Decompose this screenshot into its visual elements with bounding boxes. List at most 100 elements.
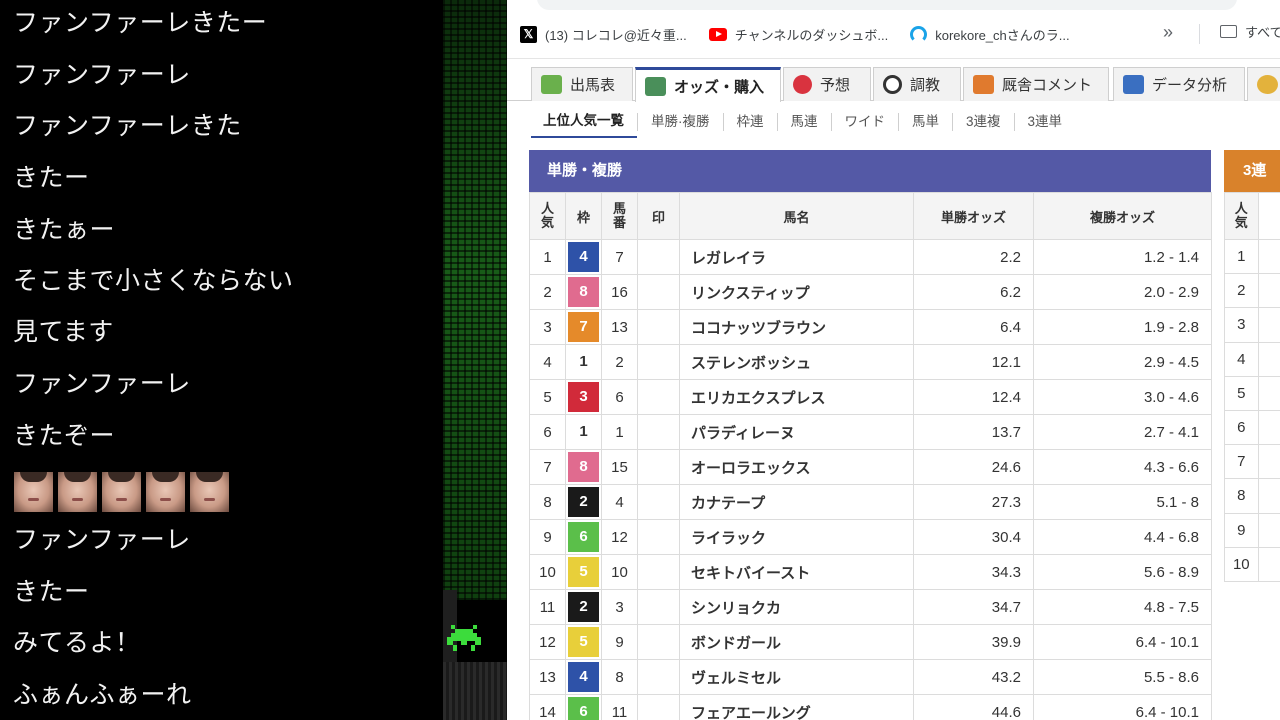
tab-more[interactable] <box>1247 67 1280 101</box>
win-odds: 12.1 <box>913 344 1034 380</box>
horse-name-link[interactable]: オーロラエックス <box>679 449 914 485</box>
mark-cell[interactable] <box>637 274 680 310</box>
win-odds: 2.2 <box>913 239 1034 275</box>
horse-name-link[interactable]: ボンドガール <box>679 624 914 660</box>
waku-badge: 7 <box>568 312 599 342</box>
win-odds: 12.4 <box>913 379 1034 415</box>
chart-icon <box>1123 75 1144 94</box>
trio-row: 6 <box>1224 409 1280 446</box>
bookmark-label: korekore_chさんのラ... <box>935 27 1070 43</box>
mark-cell[interactable] <box>637 624 680 660</box>
place-odds: 6.4 - 10.1 <box>1033 694 1212 720</box>
trio-row: 5 <box>1224 375 1280 411</box>
subtab-1[interactable]: 単勝·複勝 <box>637 113 723 131</box>
horse-number: 8 <box>601 659 638 695</box>
chat-message: きたー <box>13 577 90 606</box>
mark-cell[interactable] <box>637 344 680 380</box>
odds-row: 11 2 3 シンリョクカ 34.7 4.8 - 7.5 <box>529 589 1212 625</box>
chat-message: ファンファーレ <box>13 369 191 398</box>
horse-number: 11 <box>601 694 638 720</box>
subtab-4[interactable]: ワイド <box>830 113 899 131</box>
waku-cell: 5 <box>565 624 602 660</box>
horse-number: 15 <box>601 449 638 485</box>
horse-name-link[interactable]: カナテープ <box>679 484 914 520</box>
waku-cell: 3 <box>565 379 602 415</box>
target-icon <box>793 75 812 94</box>
horse-name-link[interactable]: パラディレーヌ <box>679 414 914 450</box>
subtab-3[interactable]: 馬連 <box>776 113 831 131</box>
trio-row: 1 <box>1224 238 1280 275</box>
win-odds: 13.7 <box>913 414 1034 450</box>
horse-number: 9 <box>601 624 638 660</box>
bookmarks-bar: 𝕏 (13) コレコレ@近々重... チャンネルのダッシュボ... koreko… <box>507 20 1280 48</box>
subtab-2[interactable]: 枠連 <box>722 113 777 131</box>
horse-name-link[interactable]: シンリョクカ <box>679 589 914 625</box>
horse-name-link[interactable]: セキトバイースト <box>679 554 914 590</box>
waku-badge: 1 <box>568 347 599 377</box>
mark-cell[interactable] <box>637 379 680 415</box>
odds-table: 人 気 枠 馬 番 印 馬名 単勝オッズ 複勝オッズ 1 4 7 レガレイラ 2.2 1.… <box>529 192 1212 720</box>
address-bar[interactable] <box>537 0 1237 10</box>
tab-1[interactable]: オッズ・購入 <box>635 67 781 102</box>
subtab-5[interactable]: 馬単 <box>898 113 952 131</box>
bookmark-x[interactable]: 𝕏 (13) コレコレ@近々重... <box>520 25 687 44</box>
odds-row: 7 8 15 オーロラエックス 24.6 4.3 - 6.6 <box>529 449 1212 485</box>
mark-cell[interactable] <box>637 694 680 720</box>
mark-cell[interactable] <box>637 484 680 520</box>
win-odds: 43.2 <box>913 659 1034 695</box>
all-bookmarks-folder[interactable]: すべて <box>1220 22 1280 41</box>
popularity-rank: 10 <box>529 554 566 590</box>
tab-4[interactable]: 厩舎コメント <box>963 67 1109 101</box>
tab-5[interactable]: データ分析 <box>1113 67 1245 101</box>
mark-cell[interactable] <box>637 449 680 485</box>
horse-name-link[interactable]: レガレイラ <box>679 239 914 275</box>
mark-cell[interactable] <box>637 659 680 695</box>
trio-cell <box>1257 546 1280 582</box>
horse-name-link[interactable]: リンクスティップ <box>679 274 914 310</box>
trio-row: 8 <box>1224 478 1280 514</box>
mark-cell[interactable] <box>637 554 680 590</box>
subtab-6[interactable]: 3連複 <box>952 113 1014 131</box>
trio-rank: 5 <box>1224 375 1259 411</box>
waku-cell: 5 <box>565 554 602 590</box>
horse-name-link[interactable]: フェアエールング <box>679 694 914 720</box>
trio-odds-panel: 3連 人 気 1 2 3 4 5 6 7 8 9 10 <box>1224 150 1280 582</box>
header-place[interactable]: 複勝オッズ <box>1033 192 1212 240</box>
face-emote-icon <box>14 472 53 512</box>
popularity-rank: 2 <box>529 274 566 310</box>
tab-label: 厩舎コメント <box>1002 77 1093 94</box>
divider <box>507 58 1280 59</box>
invader-sprite-icon <box>447 625 481 651</box>
odds-row: 9 6 12 ライラック 30.4 4.4 - 6.8 <box>529 519 1212 555</box>
subtab-7[interactable]: 3連単 <box>1013 113 1076 131</box>
trio-rank: 6 <box>1224 409 1259 446</box>
horse-name-link[interactable]: ココナッツブラウン <box>679 309 914 345</box>
mark-cell[interactable] <box>637 589 680 625</box>
popularity-rank: 7 <box>529 449 566 485</box>
mark-cell[interactable] <box>637 414 680 450</box>
horse-name-link[interactable]: ヴェルミセル <box>679 659 914 695</box>
horse-name-link[interactable]: ライラック <box>679 519 914 555</box>
bookmark-live[interactable]: korekore_chさんのラ... <box>910 25 1070 44</box>
subtab-0[interactable]: 上位人気一覧 <box>531 112 637 138</box>
mark-cell[interactable] <box>637 519 680 555</box>
win-odds: 30.4 <box>913 519 1034 555</box>
odds-row: 4 1 2 ステレンボッシュ 12.1 2.9 - 4.5 <box>529 344 1212 380</box>
horse-name-link[interactable]: エリカエクスプレス <box>679 379 914 415</box>
tab-2[interactable]: 予想 <box>783 67 871 101</box>
waku-badge: 8 <box>568 277 599 307</box>
popularity-rank: 14 <box>529 694 566 720</box>
tab-label: 調教 <box>910 77 941 94</box>
tab-0[interactable]: 出馬表 <box>531 67 633 101</box>
more-bookmarks-icon[interactable]: » <box>1163 22 1173 43</box>
tab-3[interactable]: 調教 <box>873 67 961 101</box>
bookmark-youtube[interactable]: チャンネルのダッシュボ... <box>708 25 888 44</box>
mark-cell[interactable] <box>637 309 680 345</box>
horse-name-link[interactable]: ステレンボッシュ <box>679 344 914 380</box>
mark-cell[interactable] <box>637 239 680 275</box>
header-name[interactable]: 馬名 <box>679 192 914 240</box>
folder-icon <box>1220 25 1237 38</box>
trio-cell <box>1257 375 1280 411</box>
chat-message: ふぁんふぁーれ <box>13 680 192 709</box>
header-win[interactable]: 単勝オッズ <box>913 192 1034 240</box>
